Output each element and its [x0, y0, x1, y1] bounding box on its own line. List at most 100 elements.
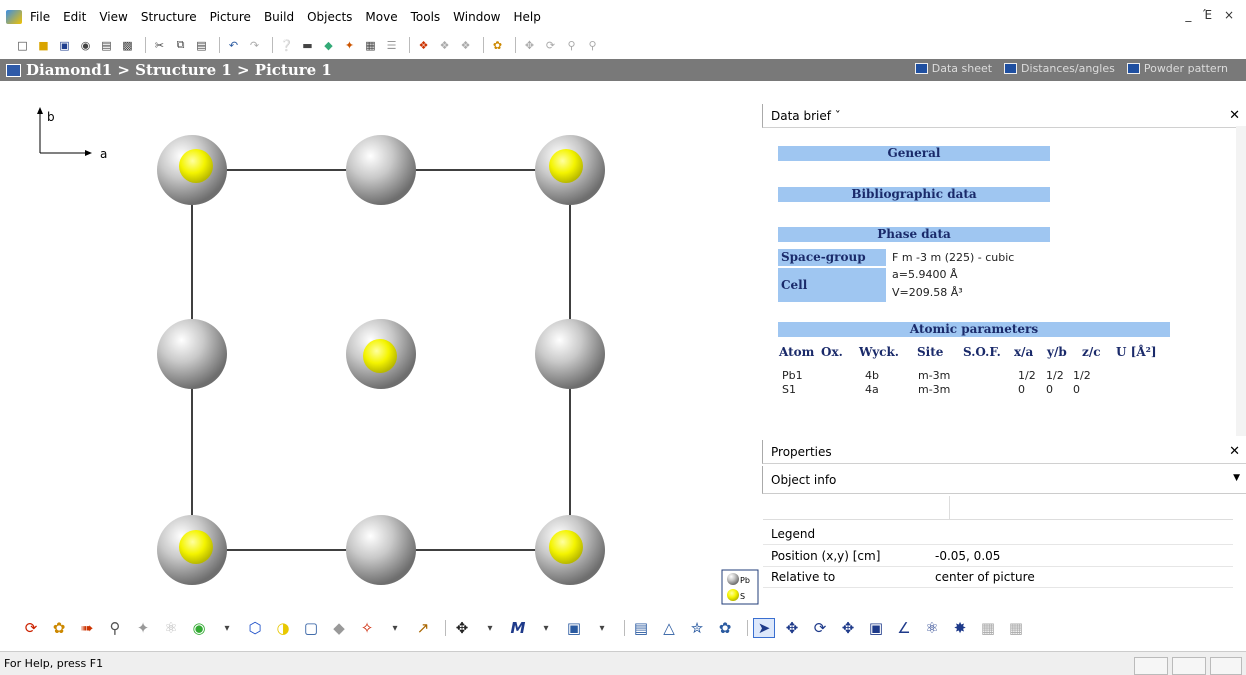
- s-atom[interactable]: [549, 149, 583, 183]
- rotate-icon[interactable]: ⟳: [809, 618, 831, 638]
- menu-move[interactable]: Move: [365, 10, 397, 24]
- atom-tool-2-icon[interactable]: ❖: [436, 38, 453, 53]
- app-icon[interactable]: [6, 9, 22, 24]
- atom-tool-icon[interactable]: ❖: [415, 38, 432, 53]
- molecule-icon[interactable]: ⚲: [104, 618, 126, 638]
- distance-icon[interactable]: ✿: [714, 618, 736, 638]
- vector-icon[interactable]: ↗: [412, 618, 434, 638]
- chevron-down-icon[interactable]: ▼: [1233, 473, 1240, 483]
- plane-icon[interactable]: ◆: [328, 618, 350, 638]
- distances-angles-link[interactable]: Distances/angles: [1004, 62, 1115, 75]
- print-icon[interactable]: ▩: [119, 38, 136, 53]
- menu-file[interactable]: File: [30, 10, 50, 24]
- picture-tool-icon[interactable]: ▦: [362, 38, 379, 53]
- fragment-icon[interactable]: ⚛: [160, 618, 182, 638]
- move-tool-icon[interactable]: ✥: [521, 38, 538, 53]
- property-value[interactable]: center of picture: [935, 570, 1035, 584]
- dropdown-icon[interactable]: ▾: [384, 618, 406, 638]
- s-atom[interactable]: [179, 149, 213, 183]
- axes-icon[interactable]: ✥: [451, 618, 473, 638]
- close-icon[interactable]: ✕: [1229, 444, 1240, 459]
- dropdown-icon[interactable]: ▾: [216, 618, 238, 638]
- layer-icon[interactable]: ▦: [977, 618, 999, 638]
- center-icon[interactable]: ✸: [949, 618, 971, 638]
- s-atom[interactable]: [179, 530, 213, 564]
- new-icon[interactable]: □: [14, 38, 31, 53]
- help-pointer-icon[interactable]: ❔: [278, 38, 295, 53]
- select-pointer-icon[interactable]: ➤: [753, 618, 775, 638]
- pb-atom[interactable]: [346, 515, 416, 585]
- layers-icon[interactable]: ☰: [383, 38, 400, 53]
- data-sheet-link[interactable]: Data sheet: [914, 62, 992, 75]
- pb-atom[interactable]: [346, 135, 416, 205]
- powder-pattern-link[interactable]: Powder pattern: [1126, 62, 1228, 75]
- torsion-icon[interactable]: ✮: [686, 618, 708, 638]
- layer-2-icon[interactable]: ▦: [1005, 618, 1027, 638]
- data-brief-title[interactable]: Data brief ˇ: [771, 109, 841, 123]
- dropdown-icon[interactable]: ▾: [479, 618, 501, 638]
- network-icon[interactable]: ✦: [132, 618, 154, 638]
- bonds-icon[interactable]: ✿: [48, 618, 70, 638]
- menu-help[interactable]: Help: [513, 10, 540, 24]
- menu-structure[interactable]: Structure: [141, 10, 197, 24]
- menu-window[interactable]: Window: [453, 10, 500, 24]
- angle-measure-icon[interactable]: ∠: [893, 618, 915, 638]
- sphere-icon[interactable]: ◑: [272, 618, 294, 638]
- object-info-dropdown[interactable]: Object info ▼: [762, 466, 1246, 494]
- window-controls[interactable]: _ Έ ×: [1185, 8, 1238, 22]
- orient-icon[interactable]: ⟳: [20, 618, 42, 638]
- section-bibliographic[interactable]: Bibliographic data: [778, 187, 1050, 202]
- structure-canvas[interactable]: Pb S: [0, 82, 760, 605]
- s-atom[interactable]: [549, 530, 583, 564]
- property-row-relative-to[interactable]: Relative to center of picture: [763, 567, 1233, 588]
- wizard-icon[interactable]: ✦: [341, 38, 358, 53]
- image-icon[interactable]: ▣: [563, 618, 585, 638]
- property-row-position[interactable]: Position (x,y) [cm] -0.05, 0.05: [763, 546, 1233, 567]
- menu-build[interactable]: Build: [264, 10, 294, 24]
- property-value[interactable]: -0.05, 0.05: [935, 549, 1000, 563]
- zoom-icon[interactable]: ▣: [865, 618, 887, 638]
- label-m-icon[interactable]: M: [507, 618, 529, 638]
- translate-icon[interactable]: ✥: [837, 618, 859, 638]
- menu-tools[interactable]: Tools: [411, 10, 441, 24]
- redo-icon[interactable]: ↷: [246, 38, 263, 53]
- menu-view[interactable]: View: [99, 10, 127, 24]
- structure-tool-icon[interactable]: ▬: [299, 38, 316, 53]
- atom-legend[interactable]: Pb S: [721, 569, 759, 605]
- structure-viewer[interactable]: Pb S b a: [0, 82, 760, 605]
- open-icon[interactable]: ■: [35, 38, 52, 53]
- section-atomic-parameters[interactable]: Atomic parameters: [778, 322, 1170, 337]
- close-icon[interactable]: ✕: [1229, 108, 1240, 123]
- menu-picture[interactable]: Picture: [210, 10, 251, 24]
- add-bond-icon[interactable]: ➠: [76, 618, 98, 638]
- section-phase[interactable]: Phase data: [778, 227, 1050, 242]
- s-atom[interactable]: [363, 339, 397, 373]
- pb-atom[interactable]: [535, 319, 605, 389]
- bonds-icon[interactable]: ✿: [489, 38, 506, 53]
- data-brief-scrollbar[interactable]: [1236, 126, 1246, 436]
- dropdown-icon[interactable]: ▾: [535, 618, 557, 638]
- atom-select-icon[interactable]: ◉: [188, 618, 210, 638]
- dropdown-icon[interactable]: ▾: [591, 618, 613, 638]
- menu-edit[interactable]: Edit: [63, 10, 86, 24]
- fit-icon[interactable]: ⚛: [921, 618, 943, 638]
- menu-objects[interactable]: Objects: [307, 10, 352, 24]
- undo-icon[interactable]: ↶: [225, 38, 242, 53]
- atom-tool-3-icon[interactable]: ❖: [457, 38, 474, 53]
- zoom-out-icon[interactable]: ⚲: [584, 38, 601, 53]
- zoom-tool-icon[interactable]: ⚲: [563, 38, 580, 53]
- data-brief-header[interactable]: Data brief ˇ ✕: [762, 104, 1246, 128]
- pb-atom[interactable]: [157, 319, 227, 389]
- find-icon[interactable]: ◉: [77, 38, 94, 53]
- polyhedron-icon[interactable]: ⬡: [244, 618, 266, 638]
- section-general[interactable]: General: [778, 146, 1050, 161]
- angle-icon[interactable]: △: [658, 618, 680, 638]
- cell-icon[interactable]: ▢: [300, 618, 322, 638]
- highlight-icon[interactable]: ✧: [356, 618, 378, 638]
- build-tool-icon[interactable]: ◆: [320, 38, 337, 53]
- print-preview-icon[interactable]: ▤: [98, 38, 115, 53]
- rotate-tool-icon[interactable]: ⟳: [542, 38, 559, 53]
- move-icon[interactable]: ✥: [781, 618, 803, 638]
- cut-icon[interactable]: ✂: [151, 38, 168, 53]
- property-row-legend[interactable]: Legend: [763, 524, 1233, 545]
